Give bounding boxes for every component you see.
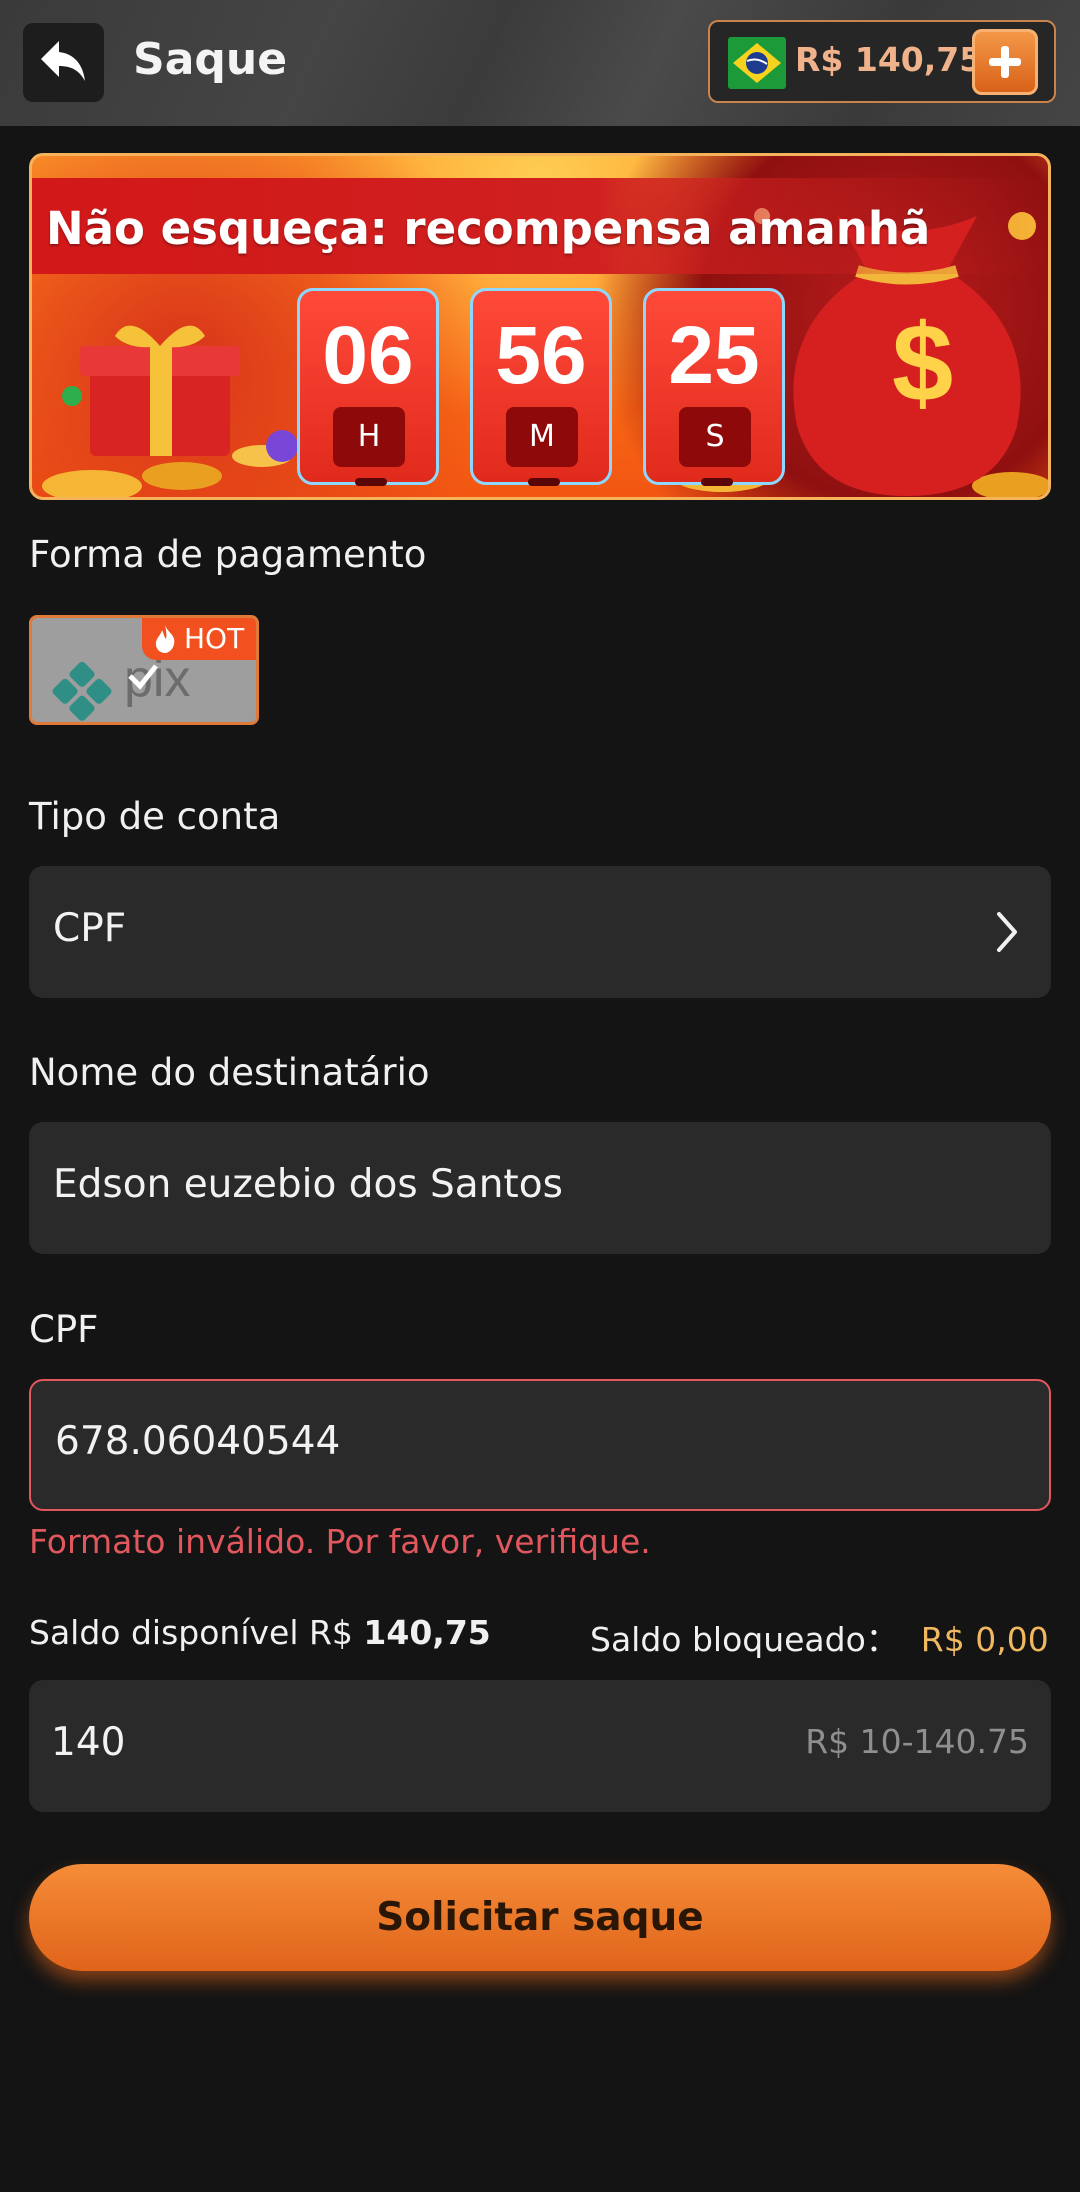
- hot-badge: HOT: [142, 618, 256, 660]
- back-button[interactable]: [23, 23, 104, 102]
- deposit-plus-button[interactable]: [972, 29, 1038, 95]
- timer-hours: 06 H: [297, 288, 439, 486]
- blocked-balance-value: R$ 0,00: [920, 1620, 1049, 1659]
- timer-tab: [528, 478, 560, 486]
- recipient-name-label: Nome do destinatário: [29, 1051, 430, 1094]
- timer-minutes: 56 M: [470, 288, 612, 486]
- blocked-balance: Saldo bloqueado： R$ 0,00: [590, 1613, 1049, 1661]
- balance-widget[interactable]: R$ 140,75: [708, 20, 1056, 103]
- blocked-balance-label: Saldo bloqueado：: [590, 1620, 899, 1659]
- timer-hours-unit: H: [333, 407, 405, 467]
- banner-message: Não esqueça: recompensa amanhã: [46, 202, 931, 255]
- payment-method-label: Forma de pagamento: [29, 533, 427, 576]
- timer-minutes-value: 56: [495, 310, 587, 401]
- timer-tab: [701, 478, 733, 486]
- cpf-input[interactable]: 678.06040544: [29, 1379, 1051, 1511]
- timer-hours-value: 06: [322, 310, 414, 401]
- amount-range-hint: R$ 10-140.75: [805, 1722, 1029, 1761]
- available-balance-label: Saldo disponível R$: [29, 1613, 353, 1652]
- account-type-value: CPF: [53, 906, 127, 951]
- hot-badge-text: HOT: [184, 622, 245, 655]
- account-type-label: Tipo de conta: [29, 795, 281, 838]
- available-balance-value: 140,75: [363, 1613, 491, 1652]
- cpf-value: 678.06040544: [55, 1419, 341, 1464]
- amount-input[interactable]: 140 R$ 10-140.75: [29, 1680, 1051, 1812]
- page-title: Saque: [133, 34, 288, 85]
- cpf-label: CPF: [29, 1308, 99, 1351]
- timer-seconds-value: 25: [668, 310, 760, 401]
- svg-text:$: $: [892, 302, 953, 425]
- recipient-name-field[interactable]: Edson euzebio dos Santos: [29, 1122, 1051, 1254]
- timer-minutes-unit: M: [506, 407, 578, 467]
- pix-payment-option[interactable]: pix HOT: [29, 615, 259, 725]
- reward-banner[interactable]: $ Não esqueça: recompensa amanhã 06 H 56…: [29, 153, 1051, 500]
- timer-seconds: 25 S: [643, 288, 785, 486]
- recipient-name-value: Edson euzebio dos Santos: [53, 1162, 563, 1207]
- available-balance: Saldo disponível R$ 140,75: [29, 1613, 491, 1652]
- back-arrow-icon: [41, 41, 85, 81]
- cpf-error-message: Formato inválido. Por favor, verifique.: [29, 1522, 651, 1561]
- top-bar: Saque R$ 140,75: [0, 0, 1080, 126]
- account-type-select[interactable]: CPF: [29, 866, 1051, 998]
- timer-tab: [355, 478, 387, 486]
- brazil-flag-icon: [728, 37, 786, 89]
- balance-amount: R$ 140,75: [795, 40, 983, 79]
- amount-value: 140: [51, 1720, 126, 1765]
- flame-icon: [155, 625, 175, 653]
- request-withdrawal-button[interactable]: Solicitar saque: [29, 1864, 1051, 1971]
- timer-seconds-unit: S: [679, 407, 751, 467]
- chevron-right-icon: [997, 912, 1017, 952]
- gift-box-icon: [80, 325, 240, 456]
